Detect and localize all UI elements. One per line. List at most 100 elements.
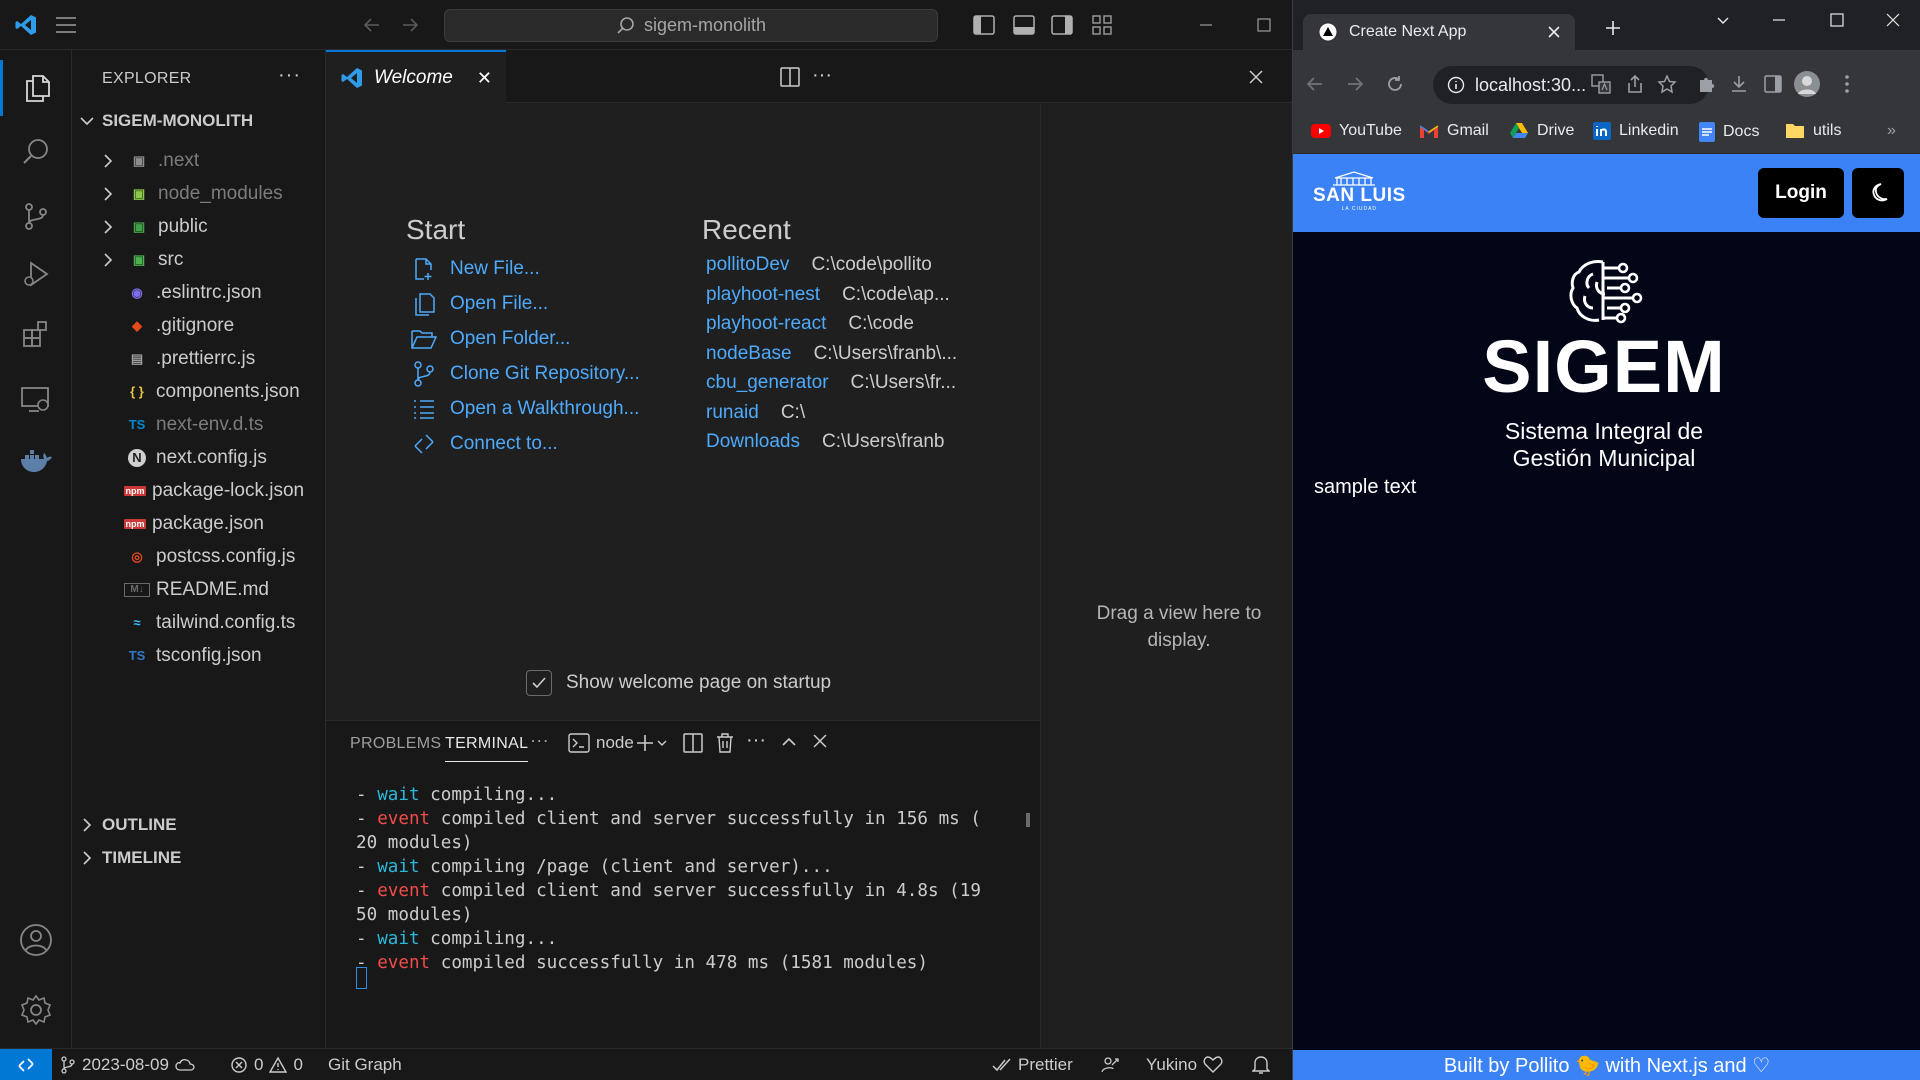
file-item[interactable]: Nnext.config.js — [72, 441, 325, 474]
terminal-output[interactable]: - wait compiling... - event compiled clie… — [356, 783, 1016, 975]
accounts-icon[interactable] — [0, 912, 72, 968]
run-debug-icon[interactable] — [0, 246, 72, 302]
bookmark-folder-utils[interactable]: utils — [1785, 122, 1841, 140]
terminal-scrollbar[interactable] — [1026, 813, 1030, 827]
file-item[interactable]: ▤ .prettierrc.js — [72, 342, 325, 375]
theme-status[interactable]: Yukino — [1146, 1049, 1223, 1080]
login-button[interactable]: Login — [1758, 168, 1844, 218]
show-on-startup[interactable]: Show welcome page on startup — [526, 670, 831, 696]
command-center-search[interactable]: sigem-monolith — [444, 9, 938, 42]
bookmark-drive[interactable]: Drive — [1509, 122, 1574, 140]
bookmark-star-icon[interactable] — [1655, 72, 1679, 96]
browser-forward-icon[interactable] — [1343, 72, 1367, 96]
recent-item[interactable]: runaid C:\ — [706, 398, 805, 428]
browser-back-icon[interactable] — [1303, 72, 1327, 96]
browser-minimize-icon[interactable] — [1767, 8, 1791, 32]
new-terminal-icon[interactable] — [636, 733, 668, 753]
profile-avatar[interactable] — [1793, 70, 1821, 98]
folder-item[interactable]: ▣ .next — [72, 144, 325, 177]
settings-gear-icon[interactable] — [0, 982, 72, 1038]
bookmarks-overflow-icon[interactable]: » — [1887, 122, 1896, 140]
outline-section[interactable]: OUTLINE — [78, 810, 177, 840]
browser-tab-close-icon[interactable] — [1547, 25, 1561, 39]
startup-checkbox[interactable] — [526, 670, 552, 696]
recent-item[interactable]: nodeBase C:\Users\franb\... — [706, 339, 957, 369]
tab-close-icon[interactable]: ✕ — [477, 68, 492, 89]
prettier-status[interactable]: Prettier — [992, 1049, 1073, 1080]
split-terminal-icon[interactable] — [683, 733, 703, 753]
file-item[interactable]: TS tsconfig.json — [72, 639, 325, 672]
toggle-secondary-sidebar-icon[interactable] — [1050, 13, 1074, 37]
source-control-icon[interactable] — [0, 188, 72, 244]
notifications-bell-icon[interactable] — [1252, 1049, 1270, 1080]
theme-toggle-button[interactable] — [1852, 168, 1904, 218]
recent-item-name[interactable]: playhoot-react — [706, 313, 826, 335]
recent-item-name[interactable]: playhoot-nest — [706, 284, 820, 306]
explorer-icon[interactable] — [0, 60, 72, 116]
start-open-a-walkthrough[interactable]: Open a Walkthrough... — [410, 394, 639, 424]
translate-icon[interactable] — [1589, 72, 1613, 96]
downloads-icon[interactable] — [1727, 72, 1751, 96]
recent-item[interactable]: pollitoDev C:\code\pollito — [706, 250, 932, 280]
folder-item[interactable]: ▣ public — [72, 210, 325, 243]
file-item[interactable]: TS next-env.d.ts — [72, 408, 325, 441]
start-clone-git-repository[interactable]: Clone Git Repository... — [410, 359, 640, 389]
terminal-selector[interactable]: node — [568, 733, 634, 753]
recent-item[interactable]: cbu_generator C:\Users\fr... — [706, 368, 956, 398]
file-item[interactable]: ◎ postcss.config.js — [72, 540, 325, 573]
close-secondary-sidebar-icon[interactable] — [1244, 65, 1268, 89]
side-panel-icon[interactable] — [1761, 72, 1785, 96]
reload-icon[interactable] — [1383, 72, 1407, 96]
file-item[interactable]: ◉ .eslintrc.json — [72, 276, 325, 309]
file-item[interactable]: npm package-lock.json — [72, 474, 325, 507]
browser-close-icon[interactable] — [1881, 8, 1905, 32]
extensions-puzzle-icon[interactable] — [1695, 72, 1719, 96]
close-panel-icon[interactable] — [812, 733, 828, 749]
menu-icon[interactable] — [54, 13, 78, 37]
start-open-file[interactable]: Open File... — [410, 289, 548, 319]
customize-layout-icon[interactable] — [1090, 13, 1114, 37]
explorer-more-button[interactable]: ··· — [278, 64, 301, 87]
tab-search-chevron-icon[interactable] — [1711, 8, 1735, 32]
branch-indicator[interactable]: 2023-08-09 — [60, 1049, 195, 1080]
editor-more-icon[interactable]: ··· — [810, 63, 834, 87]
problems-indicator[interactable]: 0 0 — [230, 1049, 303, 1080]
start-connect-to[interactable]: Connect to... — [410, 429, 558, 459]
file-item[interactable]: { } components.json — [72, 375, 325, 408]
tab-terminal[interactable]: TERMINAL — [445, 735, 529, 762]
recent-item-name[interactable]: nodeBase — [706, 343, 792, 365]
terminal-more-icon[interactable]: ··· — [746, 729, 766, 752]
tab-problems[interactable]: PROBLEMS — [350, 735, 441, 753]
search-view-icon[interactable] — [0, 124, 72, 180]
start-new-file[interactable]: New File... — [410, 254, 540, 284]
file-item[interactable]: ≈ tailwind.config.ts — [72, 606, 325, 639]
timeline-section[interactable]: TIMELINE — [78, 843, 181, 873]
git-graph-button[interactable]: Git Graph — [328, 1049, 402, 1080]
file-item[interactable]: ◆ .gitignore — [72, 309, 325, 342]
extensions-icon[interactable] — [0, 306, 72, 362]
start-open-folder[interactable]: Open Folder... — [410, 324, 570, 354]
bookmark-docs[interactable]: Docs — [1699, 122, 1759, 142]
maximize-panel-icon[interactable] — [780, 733, 798, 751]
split-editor-icon[interactable] — [778, 65, 802, 89]
maximize-icon[interactable] — [1252, 13, 1276, 37]
recent-item[interactable]: playhoot-react C:\code — [706, 309, 914, 339]
browser-tab[interactable]: Create Next App — [1303, 14, 1575, 50]
san-luis-logo[interactable]: SAN LUIS LA CIUDAD — [1313, 170, 1406, 212]
nav-back-icon[interactable] — [360, 13, 384, 37]
bookmark-linkedin[interactable]: Linkedin — [1593, 122, 1679, 140]
toggle-primary-sidebar-icon[interactable] — [972, 13, 996, 37]
bookmark-youtube[interactable]: YouTube — [1311, 122, 1402, 140]
share-icon[interactable] — [1623, 72, 1647, 96]
browser-menu-icon[interactable] — [1835, 72, 1859, 96]
remote-indicator[interactable] — [0, 1049, 52, 1080]
recent-item-name[interactable]: cbu_generator — [706, 372, 829, 394]
bookmark-gmail[interactable]: Gmail — [1419, 122, 1489, 140]
kill-terminal-icon[interactable] — [716, 733, 734, 753]
live-share-icon[interactable] — [1100, 1049, 1120, 1080]
remote-explorer-icon[interactable] — [0, 372, 72, 428]
recent-item[interactable]: Downloads C:\Users\franb — [706, 427, 944, 457]
new-tab-icon[interactable] — [1601, 16, 1625, 40]
nav-forward-icon[interactable] — [398, 13, 422, 37]
folder-item[interactable]: ▣ node_modules — [72, 177, 325, 210]
